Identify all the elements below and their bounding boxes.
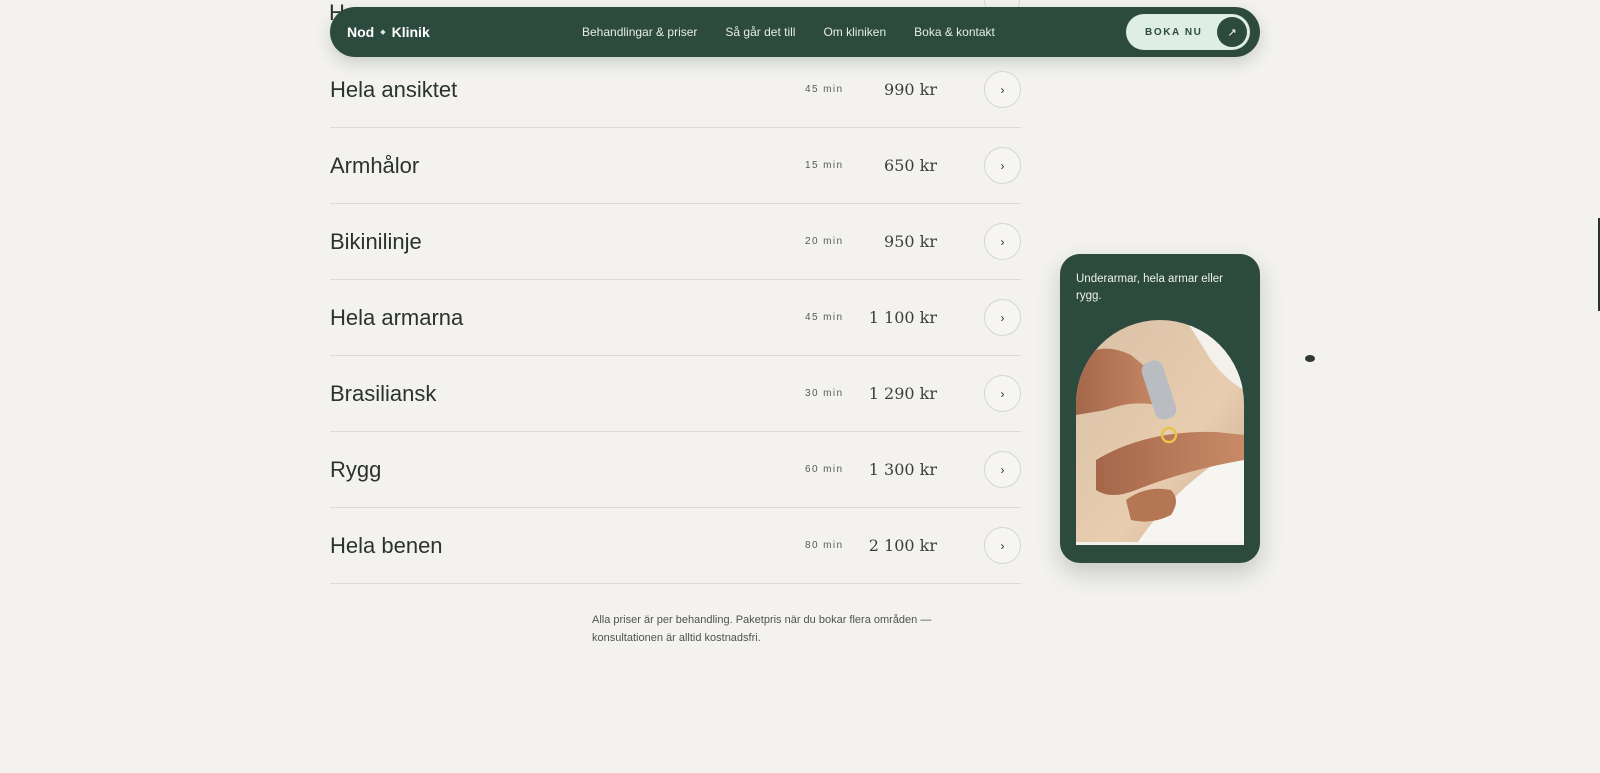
main-menu: Behandlingar & priser Så går det till Om…: [582, 7, 995, 57]
treatment-name: Brasiliansk: [330, 381, 437, 406]
treatment-name: Hela benen: [330, 533, 443, 558]
price-row[interactable]: Brasiliansk 30 min 1 290 kr ›: [330, 356, 1021, 432]
treatment-duration: 45 min: [805, 312, 844, 323]
treatment-photo: [1076, 320, 1244, 545]
treatment-name: Hela ansiktet: [330, 77, 458, 102]
brand-diamond-icon: ◆: [380, 29, 386, 36]
treatment-price: 1 290 kr: [868, 384, 937, 403]
nav-link-about[interactable]: Om kliniken: [823, 25, 886, 39]
treatment-name: Bikinilinje: [330, 229, 422, 254]
mouse-cursor: [1305, 355, 1315, 362]
chevron-right-icon[interactable]: ›: [984, 375, 1021, 412]
treatment-price: 650 kr: [884, 156, 937, 175]
price-row[interactable]: Rygg 60 min 1 300 kr ›: [330, 432, 1021, 508]
treatment-duration: 45 min: [805, 84, 844, 95]
chevron-right-icon[interactable]: ›: [984, 71, 1021, 108]
treatment-price: 1 300 kr: [868, 460, 937, 479]
price-row[interactable]: Armhålor 15 min 650 kr ›: [330, 128, 1021, 204]
brand-name-part1: Nod: [347, 24, 375, 40]
pricing-footnote: Alla priser är per behandling. Paketpris…: [592, 614, 932, 644]
chevron-right-icon[interactable]: ›: [984, 527, 1021, 564]
price-row[interactable]: Hela ansiktet 45 min 990 kr ›: [330, 52, 1021, 128]
treatment-preview-card: Underarmar, hela armar eller rygg.: [1060, 254, 1260, 563]
chevron-right-icon[interactable]: ›: [984, 223, 1021, 260]
card-caption: Underarmar, hela armar eller rygg.: [1076, 273, 1224, 302]
price-list: Hela ansiktet 45 min 990 kr › Armhålor 1…: [330, 52, 1021, 584]
chevron-right-icon[interactable]: ›: [984, 451, 1021, 488]
treatment-price: 990 kr: [884, 80, 937, 99]
nav-link-contact[interactable]: Boka & kontakt: [914, 25, 995, 39]
treatment-price: 950 kr: [884, 232, 937, 251]
price-row[interactable]: Bikinilinje 20 min 950 kr ›: [330, 204, 1021, 280]
treatment-price: 2 100 kr: [868, 536, 937, 555]
treatment-duration: 20 min: [805, 236, 844, 247]
brand-name-part2: Klinik: [391, 24, 430, 40]
treatment-price: 1 100 kr: [868, 308, 937, 327]
book-now-button[interactable]: BOKA NU ↗: [1126, 14, 1250, 50]
page: H Nod ◆ Klinik Behandlingar & priser Så …: [0, 0, 1600, 773]
nav-link-how-it-works[interactable]: Så går det till: [725, 25, 795, 39]
chevron-right-icon[interactable]: ›: [984, 147, 1021, 184]
treatment-name: Armhålor: [330, 153, 420, 178]
treatment-duration: 30 min: [805, 388, 844, 399]
price-row[interactable]: Hela armarna 45 min 1 100 kr ›: [330, 280, 1021, 356]
nav-link-treatments[interactable]: Behandlingar & priser: [582, 25, 697, 39]
navigation-bar: Nod ◆ Klinik Behandlingar & priser Så gå…: [330, 7, 1260, 57]
chevron-right-icon[interactable]: ›: [984, 299, 1021, 336]
price-row[interactable]: Hela benen 80 min 2 100 kr ›: [330, 508, 1021, 584]
treatment-duration: 80 min: [805, 540, 844, 551]
treatment-name: Rygg: [330, 457, 382, 482]
brand-logo[interactable]: Nod ◆ Klinik: [347, 7, 430, 57]
treatment-duration: 60 min: [805, 464, 844, 475]
arrow-up-right-icon: ↗: [1217, 17, 1247, 47]
treatment-photo-illustration: [1076, 320, 1244, 545]
book-now-label: BOKA NU: [1145, 26, 1203, 38]
treatment-duration: 15 min: [805, 160, 844, 171]
treatment-name: Hela armarna: [330, 305, 464, 330]
